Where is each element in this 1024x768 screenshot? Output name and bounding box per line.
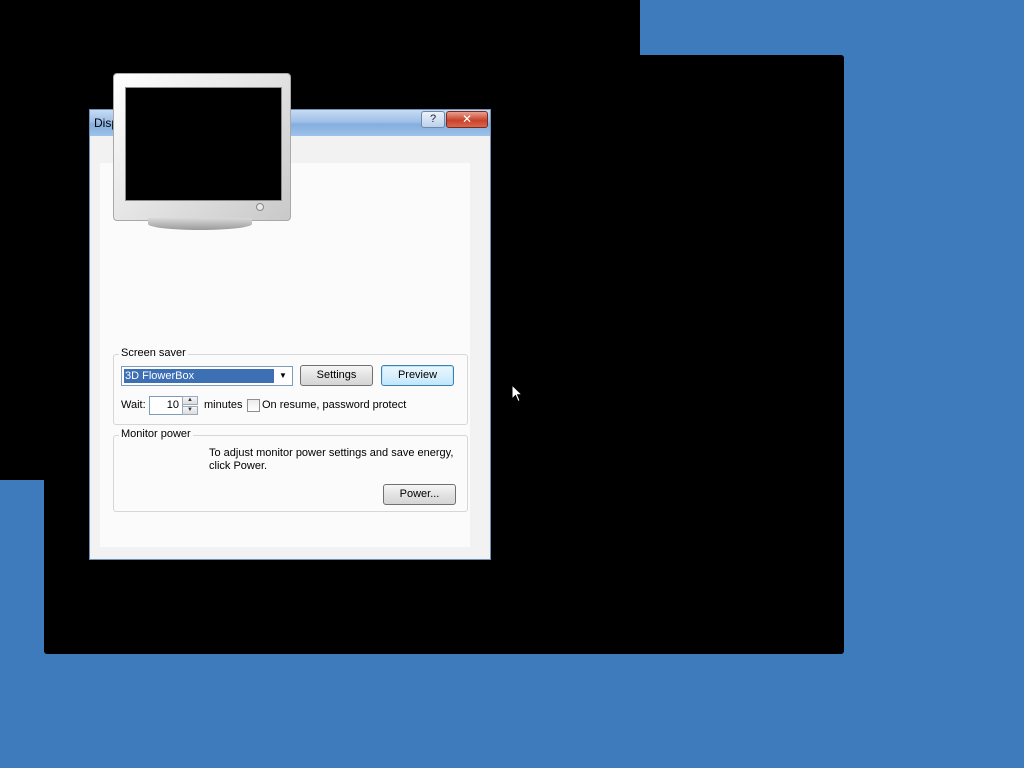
- close-icon: ✕: [461, 112, 473, 126]
- wait-minutes-input[interactable]: 10: [149, 396, 183, 415]
- monitor-power-led: [256, 203, 264, 211]
- monitor-preview-screen: [125, 87, 282, 201]
- close-button[interactable]: ✕: [446, 111, 488, 128]
- monitor-preview-icon: [112, 72, 292, 232]
- mouse-pointer-icon: [511, 384, 523, 403]
- minutes-label: minutes: [204, 399, 243, 411]
- spin-down-icon[interactable]: ▼: [182, 406, 198, 415]
- preview-button[interactable]: Preview: [381, 365, 454, 386]
- help-icon: ?: [429, 113, 437, 125]
- monitor-power-group-label: Monitor power: [119, 428, 193, 440]
- screen-saver-selected-value: 3D FlowerBox: [124, 369, 274, 383]
- wait-label: Wait:: [121, 399, 146, 411]
- help-button[interactable]: ?: [421, 111, 445, 128]
- monitor-case: [113, 73, 291, 221]
- password-protect-checkbox[interactable]: [247, 399, 260, 412]
- power-button[interactable]: Power...: [383, 484, 456, 505]
- screen-saver-group-label: Screen saver: [119, 347, 188, 359]
- settings-button[interactable]: Settings: [300, 365, 373, 386]
- monitor-stand: [148, 218, 252, 230]
- wait-minutes-stepper[interactable]: ▲ ▼: [182, 396, 198, 415]
- screen-saver-dropdown[interactable]: 3D FlowerBox ▼: [121, 366, 293, 386]
- monitor-power-description: To adjust monitor power settings and sav…: [209, 447, 454, 472]
- chevron-down-icon[interactable]: ▼: [275, 368, 291, 384]
- spin-up-icon[interactable]: ▲: [182, 396, 198, 405]
- password-protect-label[interactable]: On resume, password protect: [262, 399, 406, 411]
